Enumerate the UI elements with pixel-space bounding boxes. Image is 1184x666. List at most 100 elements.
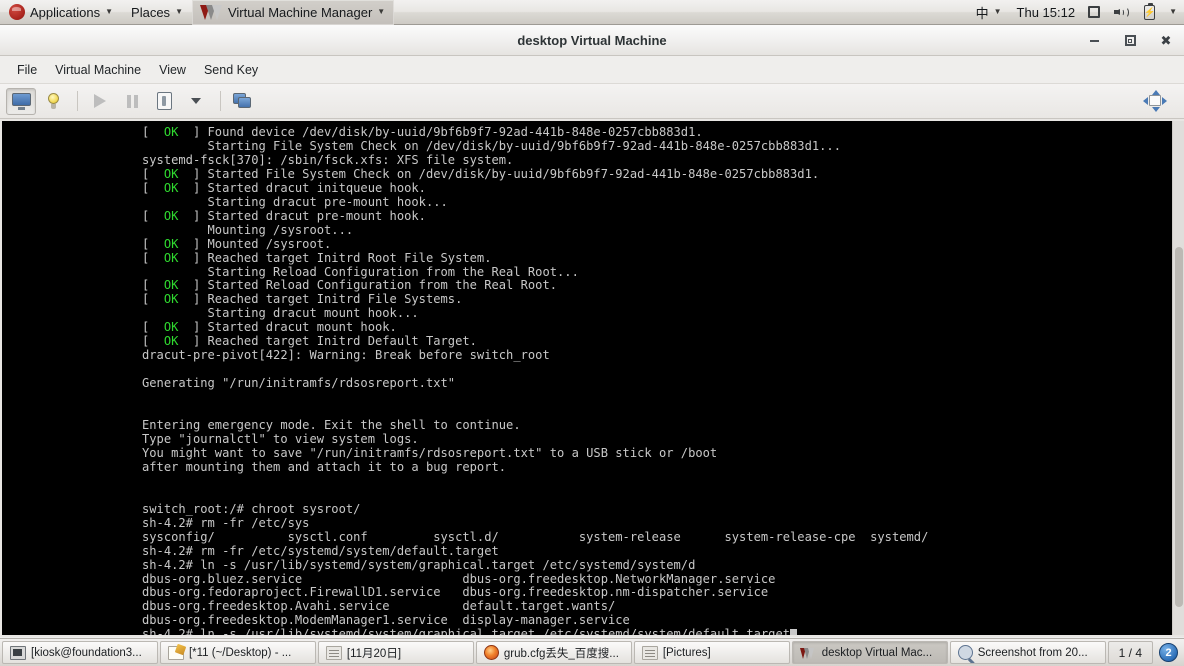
shutdown-menu-button[interactable]: [181, 88, 211, 115]
window-menubar: File Virtual Machine View Send Key: [0, 56, 1184, 84]
console-line: dbus-org.fedoraproject.FirewallD1.servic…: [142, 585, 769, 600]
console-line: sh-4.2# ln -s /usr/lib/systemd/system/gr…: [142, 627, 1172, 635]
menu-virtual-machine[interactable]: Virtual Machine: [46, 60, 150, 80]
panel-menu-applications-label: Applications: [30, 4, 101, 20]
display-icon[interactable]: [1081, 0, 1107, 25]
window-list-taskbar: [kiosk@foundation3... [*11 (~/Desktop) - …: [0, 638, 1184, 666]
console-line: Mounting /sysroot...: [142, 222, 354, 237]
notification-badge[interactable]: 2: [1159, 643, 1178, 662]
console-line: [ OK ] Started Reload Configuration from…: [142, 278, 558, 293]
menu-send-key[interactable]: Send Key: [195, 60, 267, 80]
console-line: sh-4.2# ln -s /usr/lib/systemd/system/gr…: [142, 557, 696, 572]
console-line: sysconfig/ sysctl.conf sysctl.d/ system-…: [142, 529, 929, 544]
console-area: [ OK ] Found device /dev/disk/by-uuid/9b…: [0, 119, 1184, 637]
text-editor-icon: [167, 645, 184, 660]
menu-view[interactable]: View: [150, 60, 195, 80]
panel-menu-places[interactable]: Places ▼: [122, 0, 192, 25]
shutdown-button[interactable]: [149, 88, 179, 115]
panel-clock[interactable]: Thu 15:12: [1011, 5, 1082, 20]
console-line: Generating "/run/initramfs/rdsosreport.t…: [142, 376, 456, 391]
snapshots-button[interactable]: [228, 88, 258, 115]
taskbar-item[interactable]: [11月20日]: [317, 641, 474, 664]
task-list: [kiosk@foundation3... [*11 (~/Desktop) - …: [2, 641, 1106, 664]
taskbar-item-label: Screenshot from 20...: [977, 646, 1088, 659]
battery-icon[interactable]: ⚡: [1137, 0, 1162, 25]
console-line: [ OK ] Reached target Initrd Root File S…: [142, 250, 492, 265]
taskbar-item-label: [Pictures]: [662, 646, 711, 659]
console-line: [ OK ] Mounted /sysroot.: [142, 236, 332, 251]
console-line: after mounting them and attach it to a b…: [142, 459, 507, 474]
vmm-logo-icon: [799, 646, 817, 659]
vm-console[interactable]: [ OK ] Found device /dev/disk/by-uuid/9b…: [2, 121, 1172, 635]
maximize-icon[interactable]: [1122, 33, 1138, 49]
tray-menu-caret-icon[interactable]: ▼: [1162, 0, 1184, 25]
panel-menu-virtual-machine-manager[interactable]: Virtual Machine Manager ▼: [191, 0, 395, 25]
panel-menu-places-label: Places: [131, 4, 171, 20]
panel-menu-applications[interactable]: Applications ▼: [0, 0, 122, 25]
console-output: [ OK ] Found device /dev/disk/by-uuid/9b…: [2, 121, 1172, 635]
run-button[interactable]: [85, 88, 115, 115]
close-icon[interactable]: ✖: [1158, 33, 1174, 49]
console-line: [ OK ] Found device /dev/disk/by-uuid/9b…: [142, 125, 703, 139]
console-line: Starting Reload Configuration from the R…: [142, 264, 579, 279]
taskbar-item[interactable]: [Pictures]: [633, 641, 790, 664]
console-line: [ OK ] Reached target Initrd Default Tar…: [142, 334, 477, 349]
panel-menu-vmm-label: Virtual Machine Manager: [227, 4, 373, 20]
console-line: dracut-pre-pivot[422]: Warning: Break be…: [142, 348, 550, 363]
console-line: systemd-fsck[370]: /sbin/fsck.xfs: XFS f…: [142, 152, 514, 167]
lightbulb-icon: [47, 92, 60, 110]
toolbar-right-group: [1140, 88, 1178, 115]
console-line: [ OK ] Reached target Initrd File System…: [142, 292, 463, 307]
resize-arrows-icon: [1143, 90, 1167, 112]
firefox-icon: [483, 645, 499, 660]
fullscreen-button[interactable]: [1140, 88, 1170, 115]
window-toolbar: [0, 84, 1184, 119]
taskbar-item[interactable]: [kiosk@foundation3...: [2, 641, 158, 664]
chevron-down-icon: ▼: [105, 7, 114, 16]
workspace-switcher[interactable]: 1 / 4: [1107, 641, 1153, 664]
pause-icon: [126, 94, 138, 108]
file-manager-icon: [641, 645, 658, 660]
console-line: [ OK ] Started dracut mount hook.: [142, 320, 397, 335]
console-line: Starting dracut mount hook...: [142, 306, 419, 321]
console-line: Starting dracut pre-mount hook...: [142, 194, 448, 209]
caret-down-icon: [191, 98, 201, 104]
taskbar-item[interactable]: [*11 (~/Desktop) - ...: [159, 641, 316, 664]
menu-file[interactable]: File: [8, 60, 46, 80]
workspace-area: 1 / 4 2: [1107, 641, 1182, 664]
screens-icon: [233, 92, 253, 110]
screenshot-icon: [957, 645, 973, 660]
chevron-down-icon: ▼: [993, 7, 1002, 16]
input-method-indicator[interactable]: 中 ▼: [967, 0, 1011, 25]
console-line: Type "journalctl" to view system logs.: [142, 431, 419, 446]
console-line: [ OK ] Started dracut initqueue hook.: [142, 180, 426, 195]
console-line: dbus-org.freedesktop.Avahi.service defau…: [142, 599, 616, 614]
taskbar-item[interactable]: desktop Virtual Mac...: [791, 641, 948, 664]
taskbar-item[interactable]: grub.cfg丢失_百度搜...: [475, 641, 632, 664]
chevron-down-icon: ▼: [175, 7, 183, 16]
taskbar-item-label: [kiosk@foundation3...: [31, 646, 142, 659]
chevron-down-icon: ▼: [377, 7, 386, 16]
pause-button[interactable]: [117, 88, 147, 115]
console-line: switch_root:/# chroot sysroot/: [142, 501, 361, 516]
console-scrollbar[interactable]: [1172, 121, 1184, 635]
taskbar-item[interactable]: Screenshot from 20...: [949, 641, 1106, 664]
panel-tray: 中 ▼ Thu 15:12 ⚡ ▼: [967, 0, 1184, 25]
taskbar-item-label: [*11 (~/Desktop) - ...: [188, 646, 292, 659]
vmm-logo-icon: [199, 4, 223, 21]
console-line: sh-4.2# rm -fr /etc/sys: [142, 515, 310, 530]
minimize-icon[interactable]: [1086, 33, 1102, 49]
console-scrollbar-thumb[interactable]: [1175, 247, 1183, 607]
console-line: dbus-org.bluez.service dbus-org.freedesk…: [142, 571, 776, 586]
fedora-logo-icon: [9, 4, 25, 20]
input-method-label: 中: [975, 5, 989, 21]
console-line: [ OK ] Started File System Check on /dev…: [142, 166, 820, 181]
show-details-button[interactable]: [38, 88, 68, 115]
monitor-icon: [11, 92, 31, 110]
show-console-button[interactable]: [6, 87, 36, 115]
volume-icon[interactable]: [1107, 0, 1137, 25]
console-line: Starting File System Check on /dev/disk/…: [142, 138, 841, 153]
console-line: [ OK ] Started dracut pre-mount hook.: [142, 208, 426, 223]
